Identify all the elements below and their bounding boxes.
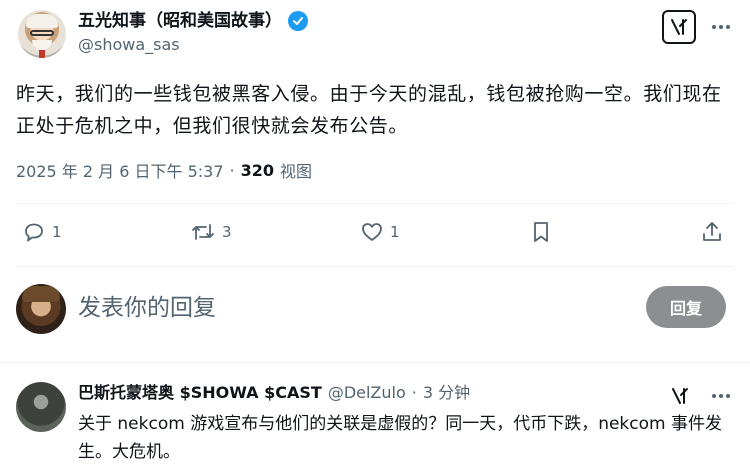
divider [0,362,750,363]
like-icon [362,223,382,241]
tweet-actions: 1 3 1 [16,216,734,252]
verified-badge-icon[interactable] [288,11,308,31]
author-handle[interactable]: @showa_sas [78,34,308,56]
more-icon[interactable] [708,386,734,406]
author-avatar[interactable] [18,10,66,58]
meta-dot: · [229,160,235,180]
views-count: 320 [240,160,275,180]
retweet-icon [192,224,214,240]
share-action[interactable] [700,220,724,244]
bookmark-icon [534,222,548,242]
reply-header: 巴斯托蒙塔奥 $SHOWA $CAST @DelZulo · 3 分钟 [78,382,470,404]
share-icon [703,222,721,241]
author-display-name[interactable]: 五光知事（昭和美国故事） [78,10,308,32]
more-icon[interactable] [708,16,734,38]
tweet-timestamp[interactable]: 2025 年 2 月 6 日下午 5:37 [16,158,224,182]
grok-icon[interactable] [668,384,692,408]
like-action[interactable]: 1 [360,220,400,244]
reply-dot: · [411,383,417,402]
divider [16,266,734,267]
bookmark-action[interactable] [530,220,552,244]
author-name-block: 五光知事（昭和美国故事） @showa_sas [78,10,308,56]
current-user-avatar [16,284,66,334]
divider [16,203,734,204]
reply-text: 关于 nekcom 游戏宣布与他们的关联是虚假的？同一天，代币下跌，nekcom… [78,414,722,462]
tweet-meta: 2025 年 2 月 6 日下午 5:37 · 320 视图 [16,158,312,182]
reply-icon [25,223,43,242]
reply-author-name[interactable]: 巴斯托蒙塔奥 $SHOWA $CAST [78,382,322,404]
retweet-count: 3 [222,223,232,241]
tweet-text: 昨天，我们的一些钱包被黑客入侵。由于今天的混乱，钱包被抢购一空。我们现在正处于危… [16,83,722,137]
reply-tweet[interactable]: 巴斯托蒙塔奥 $SHOWA $CAST @DelZulo · 3 分钟 关于 n… [16,378,734,470]
reply-author-handle[interactable]: @DelZulo [328,382,406,404]
reply-submit-button[interactable]: 回复 [646,286,726,328]
reply-input[interactable]: 发表你的回复 [78,292,216,324]
like-count: 1 [390,223,400,241]
grok-icon[interactable] [662,10,696,44]
views-label: 视图 [280,162,313,181]
author-name-text[interactable]: 五光知事（昭和美国故事） [78,10,282,32]
retweet-action[interactable]: 3 [190,220,232,244]
reply-time[interactable]: 3 分钟 [423,382,470,404]
tweet-header: 五光知事（昭和美国故事） @showa_sas [16,8,734,60]
reply-count: 1 [52,223,62,241]
reply-action[interactable]: 1 [22,220,62,244]
reply-author-avatar[interactable] [16,382,66,432]
reply-composer: 发表你的回复 回复 [16,282,734,338]
